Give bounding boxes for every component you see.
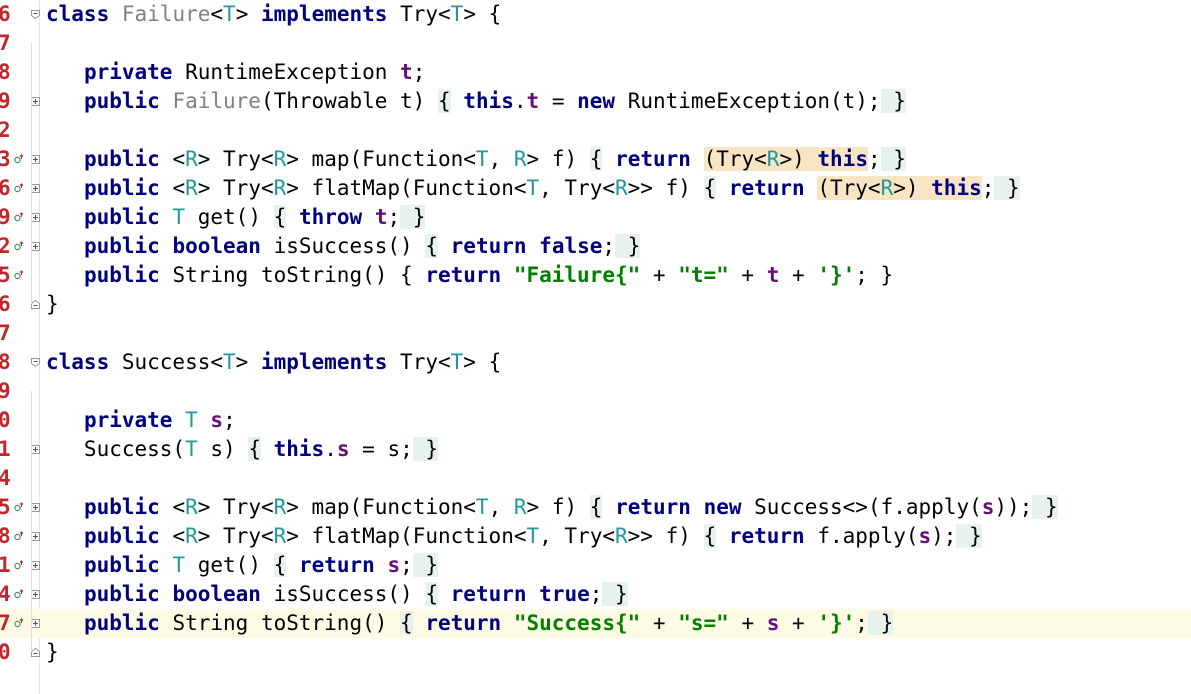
code-line[interactable]: 1 public T get() { return s; } <box>0 551 1191 580</box>
override-implements-icon[interactable] <box>14 560 24 570</box>
fold-expand-icon[interactable] <box>31 155 40 164</box>
code-text: private RuntimeException t; <box>83 60 426 84</box>
line-number: 2 <box>0 234 11 258</box>
code-line[interactable]: 2 <box>0 116 1191 145</box>
indent-guide <box>31 391 32 652</box>
override-implements-icon[interactable] <box>14 589 24 599</box>
code-text: Success(T s) { this.s = s; } <box>46 437 439 461</box>
line-number: 3 <box>0 147 11 171</box>
line-number: 6 <box>0 292 11 316</box>
fold-expand-icon[interactable] <box>31 445 40 454</box>
fold-expand-icon[interactable] <box>31 503 40 512</box>
override-implements-icon[interactable] <box>14 154 24 164</box>
code-line[interactable]: 8 public <R> Try<R> flatMap(Function<T, … <box>0 522 1191 551</box>
fold-expand-icon[interactable] <box>31 213 40 222</box>
line-number: 1 <box>0 553 11 577</box>
line-number: 0 <box>0 408 11 432</box>
code-line[interactable]: 9 <box>0 377 1191 406</box>
override-implements-icon[interactable] <box>14 270 24 280</box>
code-line[interactable]: 8 private RuntimeException t; <box>0 58 1191 87</box>
code-editor[interactable]: 6 class Failure<T> implements Try<T> { 7 8 … <box>0 0 1191 694</box>
line-number: 5 <box>0 495 11 519</box>
override-implements-icon[interactable] <box>14 618 24 628</box>
line-number: 4 <box>0 466 11 490</box>
code-line[interactable]: 4 <box>0 464 1191 493</box>
fold-expand-icon[interactable] <box>31 619 40 628</box>
line-number: 7 <box>0 31 11 55</box>
code-line[interactable]: 7 <box>0 29 1191 58</box>
line-number: 5 <box>0 263 11 287</box>
line-number: 2 <box>0 118 11 142</box>
code-text: public String toString() { return "Failu… <box>83 263 894 287</box>
code-text: private T s; <box>83 408 236 432</box>
code-line[interactable]: 7 <box>0 319 1191 348</box>
code-line[interactable]: 8 class Success<T> implements Try<T> { <box>0 348 1191 377</box>
code-text: public <R> Try<R> flatMap(Function<T, Tr… <box>83 524 982 548</box>
line-number: 9 <box>0 89 11 113</box>
line-number: 9 <box>0 379 11 403</box>
fold-collapse-icon[interactable] <box>31 10 40 19</box>
line-number: 7 <box>0 321 11 345</box>
code-text: public <R> Try<R> map(Function<T, R> f) … <box>83 495 1058 519</box>
override-implements-icon[interactable] <box>14 502 24 512</box>
code-text: public boolean isSuccess() { return fals… <box>83 234 641 258</box>
code-line[interactable]: 3 public <R> Try<R> map(Function<T, R> f… <box>0 145 1191 174</box>
line-number: 7 <box>0 611 11 635</box>
line-number: 9 <box>0 205 11 229</box>
fold-expand-icon[interactable] <box>31 97 40 106</box>
code-line[interactable]: 4 public boolean isSuccess() { return tr… <box>0 580 1191 609</box>
line-number: 0 <box>0 640 11 664</box>
indent-guide <box>31 43 32 304</box>
fold-expand-icon[interactable] <box>31 561 40 570</box>
override-implements-icon[interactable] <box>14 241 24 251</box>
code-text: public boolean isSuccess() { return true… <box>83 582 628 606</box>
code-text: class Failure<T> implements Try<T> { <box>46 2 502 26</box>
code-text: class Success<T> implements Try<T> { <box>46 350 502 374</box>
code-text: public <R> Try<R> map(Function<T, R> f) … <box>83 147 906 171</box>
code-text: public String toString() { return "Succe… <box>83 611 894 635</box>
code-text: public Failure(Throwable t) { this.t = n… <box>83 89 906 113</box>
fold-collapse-icon[interactable] <box>31 300 40 309</box>
fold-expand-icon[interactable] <box>31 242 40 251</box>
code-text: } <box>46 292 59 316</box>
override-implements-icon[interactable] <box>14 212 24 222</box>
code-line[interactable]: 1 Success(T s) { this.s = s; } <box>0 435 1191 464</box>
code-line[interactable]: 6 public <R> Try<R> flatMap(Function<T, … <box>0 174 1191 203</box>
code-text: public T get() { throw t; } <box>83 205 426 229</box>
code-line[interactable]: 6 class Failure<T> implements Try<T> { <box>0 0 1191 29</box>
line-number: 8 <box>0 60 11 84</box>
current-code-line[interactable]: 7 public String toString() { return "Suc… <box>0 609 1191 638</box>
code-line[interactable]: 2 public boolean isSuccess() { return fa… <box>0 232 1191 261</box>
code-line[interactable]: 0} <box>0 638 1191 667</box>
code-text: } <box>46 640 59 664</box>
line-number: 1 <box>0 437 11 461</box>
line-number: 6 <box>0 2 11 26</box>
code-line[interactable]: 6} <box>0 290 1191 319</box>
fold-expand-icon[interactable] <box>31 184 40 193</box>
line-number: 8 <box>0 350 11 374</box>
redundant-cast-highlight: (Try<R>) this <box>817 176 982 200</box>
fold-expand-icon[interactable] <box>31 590 40 599</box>
fold-expand-icon[interactable] <box>31 532 40 541</box>
code-line[interactable]: 5 public String toString() { return "Fai… <box>0 261 1191 290</box>
code-text: public <R> Try<R> flatMap(Function<T, Tr… <box>83 176 1020 200</box>
line-number: 8 <box>0 524 11 548</box>
code-text: public T get() { return s; } <box>83 553 439 577</box>
code-line[interactable]: 5 public <R> Try<R> map(Function<T, R> f… <box>0 493 1191 522</box>
override-implements-icon[interactable] <box>14 183 24 193</box>
fold-collapse-icon[interactable] <box>31 648 40 657</box>
line-number: 6 <box>0 176 11 200</box>
line-number: 4 <box>0 582 11 606</box>
code-line[interactable]: 0 private T s; <box>0 406 1191 435</box>
code-line[interactable]: 9 public T get() { throw t; } <box>0 203 1191 232</box>
redundant-cast-highlight: (Try<R>) this <box>703 147 868 171</box>
fold-collapse-icon[interactable] <box>31 358 40 367</box>
code-line[interactable]: 9 public Failure(Throwable t) { this.t =… <box>0 87 1191 116</box>
override-implements-icon[interactable] <box>14 531 24 541</box>
